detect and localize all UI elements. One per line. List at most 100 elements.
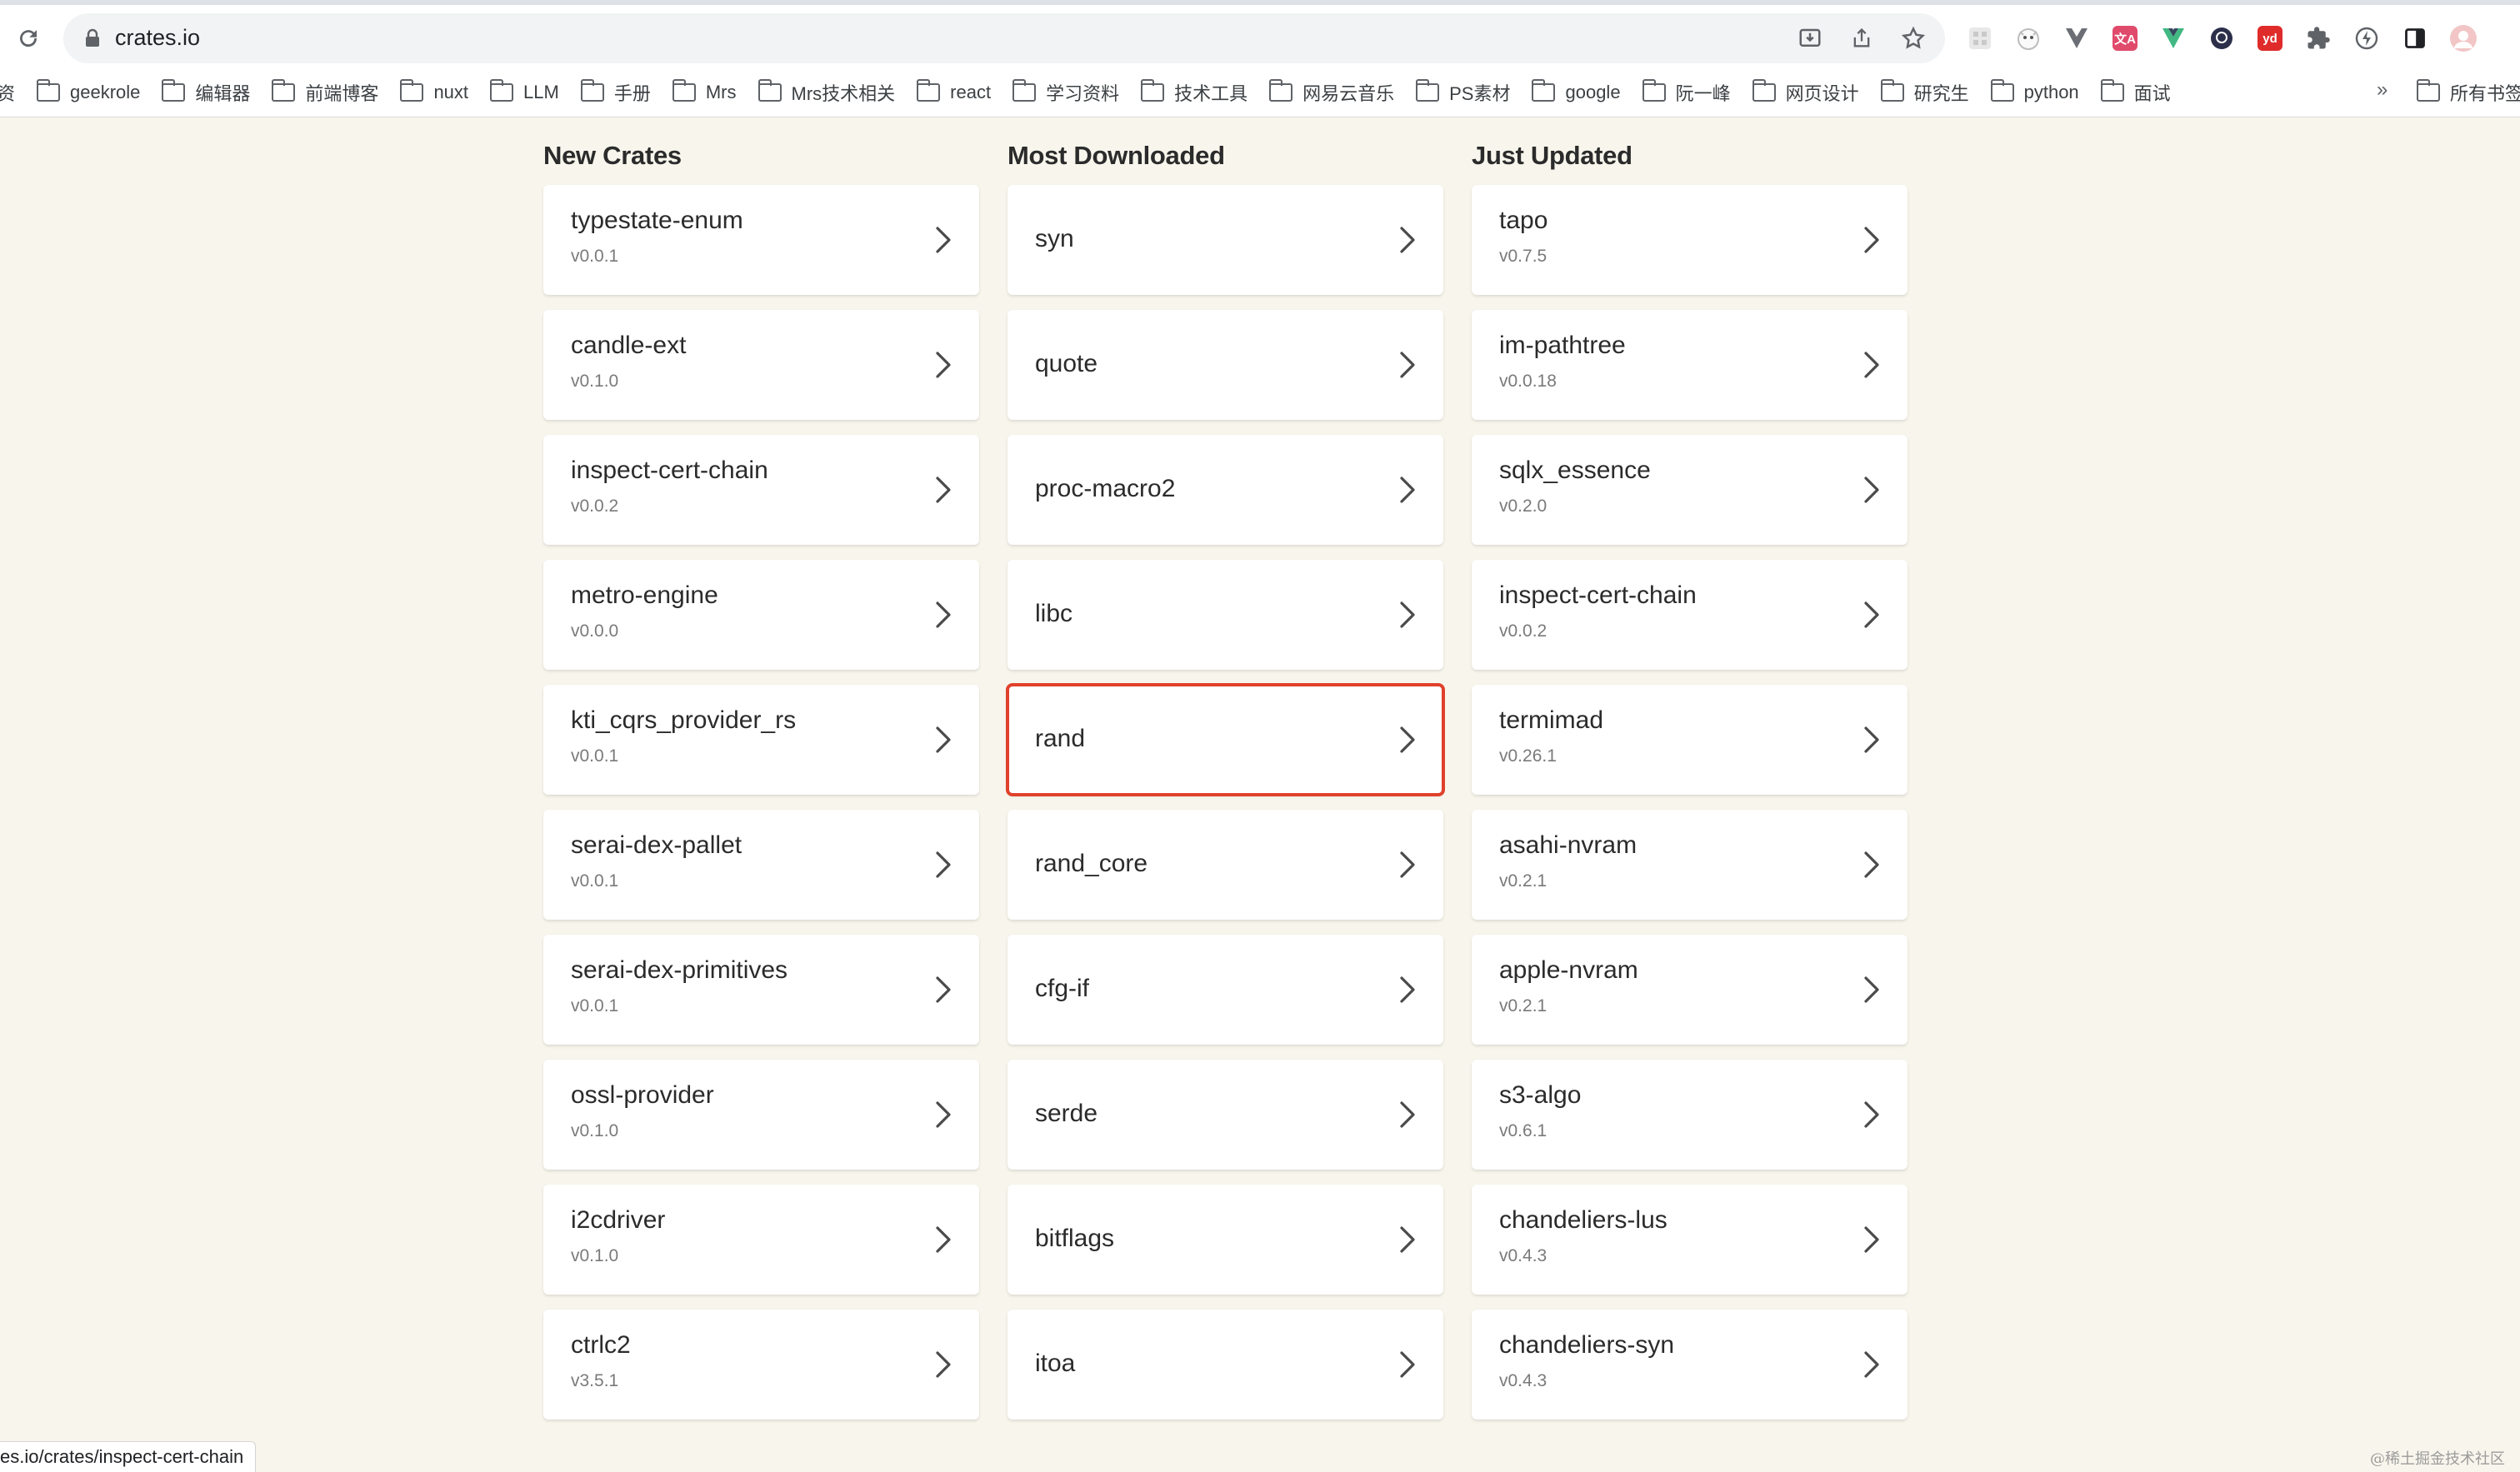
vue-devtools-icon[interactable] — [2155, 20, 2192, 57]
crate-card[interactable]: im-pathtree v0.0.18 — [1472, 310, 1908, 420]
crate-card[interactable]: kti_cqrs_provider_rs v0.0.1 — [543, 685, 979, 795]
chevron-right-icon — [1859, 1348, 1884, 1381]
github-extension-icon[interactable] — [2203, 20, 2240, 57]
crate-name: apple-nvram — [1499, 956, 1638, 984]
url-text[interactable]: crates.io — [115, 25, 200, 51]
crate-card[interactable]: typestate-enum v0.0.1 — [543, 185, 979, 295]
chevron-right-icon — [931, 473, 956, 506]
profile-avatar-icon[interactable] — [2445, 20, 2482, 57]
bookmark-label: 阮一峰 — [1675, 83, 1731, 104]
bookmark-folder[interactable]: 研究生 — [1871, 77, 1981, 108]
crate-card[interactable]: sqlx_essence v0.2.0 — [1472, 435, 1908, 545]
crate-version: v0.0.1 — [571, 247, 619, 266]
bookmark-folder[interactable]: 网易云音乐 — [1259, 77, 1406, 108]
crate-version: v0.0.2 — [1499, 621, 1548, 641]
folder-icon — [1012, 79, 1037, 102]
bookmark-star-icon[interactable] — [1897, 22, 1930, 55]
bookmark-all-bookmarks[interactable]: 所有书签 — [2417, 77, 2520, 108]
crate-name: sqlx_essence — [1499, 457, 1651, 484]
share-icon[interactable] — [1845, 22, 1878, 55]
bookmarks-overflow-button[interactable]: » — [2377, 78, 2388, 102]
crate-name: chandeliers-lus — [1499, 1206, 1668, 1234]
chevron-right-icon — [931, 848, 956, 881]
bookmark-folder[interactable]: 技术工具 — [1131, 77, 1259, 108]
folder-icon — [1269, 79, 1293, 102]
bookmark-folder[interactable]: python — [1981, 77, 2091, 108]
vue-devtools-dark-icon[interactable] — [2058, 20, 2095, 57]
bookmark-folder[interactable]: geekrole — [27, 77, 152, 108]
crate-card[interactable]: serai-dex-pallet v0.0.1 — [543, 810, 979, 920]
crate-card[interactable]: proc-macro2 — [1008, 435, 1443, 545]
crate-card[interactable]: serai-dex-primitives v0.0.1 — [543, 935, 979, 1045]
crate-card[interactable]: itoa — [1008, 1310, 1443, 1420]
bookmark-folder[interactable]: 网页设计 — [1742, 77, 1871, 108]
crate-card[interactable]: chandeliers-lus v0.4.3 — [1472, 1185, 1908, 1295]
bookmark-folder[interactable]: 学习资料 — [1002, 77, 1131, 108]
bookmark-folder[interactable]: 编辑器 — [152, 77, 262, 108]
crate-card[interactable]: syn — [1008, 185, 1443, 295]
crate-card[interactable]: tapo v0.7.5 — [1472, 185, 1908, 295]
crate-name: cfg-if — [1035, 975, 1090, 1002]
crate-card[interactable]: i2cdriver v0.1.0 — [543, 1185, 979, 1295]
reload-icon[interactable] — [12, 22, 45, 55]
crate-card[interactable]: apple-nvram v0.2.1 — [1472, 935, 1908, 1045]
bookmark-folder[interactable]: 面试 — [2091, 77, 2182, 108]
install-app-icon[interactable] — [1793, 22, 1827, 55]
crate-name: rand — [1035, 725, 1086, 752]
chevron-right-icon — [931, 598, 956, 631]
crate-card[interactable]: s3-algo v0.6.1 — [1472, 1060, 1908, 1170]
bookmark-folder[interactable]: google — [1522, 77, 1632, 108]
crate-version: v0.0.0 — [571, 621, 619, 641]
crate-version: v0.4.3 — [1499, 1246, 1548, 1265]
crate-name: inspect-cert-chain — [571, 457, 768, 484]
chevron-right-icon — [1859, 1098, 1884, 1131]
crate-card[interactable]: rand — [1006, 683, 1445, 796]
cat-extension-icon[interactable] — [2010, 20, 2047, 57]
crate-card[interactable]: serde — [1008, 1060, 1443, 1170]
crate-card[interactable]: quote — [1008, 310, 1443, 420]
bookmark-folder[interactable]: react — [907, 77, 1002, 108]
bookmark-folder[interactable]: PS素材 — [1406, 77, 1522, 108]
bookmark-folder[interactable]: 资 — [0, 77, 27, 108]
bookmark-folder[interactable]: 前端博客 — [262, 77, 390, 108]
lightning-extension-icon[interactable] — [2348, 20, 2385, 57]
folder-icon — [917, 79, 941, 102]
crate-name: candle-ext — [571, 332, 687, 359]
crate-card[interactable]: bitflags — [1008, 1185, 1443, 1295]
bookmark-folder[interactable]: nuxt — [390, 77, 480, 108]
bookmark-label: LLM — [523, 82, 559, 102]
crate-version: v0.1.0 — [571, 1121, 619, 1140]
translate-extension-icon[interactable]: 文A — [2107, 20, 2143, 57]
crate-version: v0.0.2 — [571, 496, 619, 516]
crate-card[interactable]: candle-ext v0.1.0 — [543, 310, 979, 420]
crate-card[interactable]: ctrlc2 v3.5.1 — [543, 1310, 979, 1420]
crate-card[interactable]: libc — [1008, 560, 1443, 670]
bookmark-folder[interactable]: 阮一峰 — [1632, 77, 1742, 108]
bookmark-folder[interactable]: Mrs技术相关 — [748, 77, 908, 108]
crate-card[interactable]: metro-engine v0.0.0 — [543, 560, 979, 670]
lock-icon[interactable] — [83, 28, 103, 48]
sidepanel-icon[interactable] — [2397, 20, 2433, 57]
chevron-right-icon — [1859, 973, 1884, 1006]
crate-card[interactable]: chandeliers-syn v0.4.3 — [1472, 1310, 1908, 1420]
folder-icon — [400, 79, 424, 102]
youdao-extension-icon[interactable]: yd — [2252, 20, 2288, 57]
crate-card[interactable]: cfg-if — [1008, 935, 1443, 1045]
crate-column: Just Updated tapo v0.7.5 im-pathtree v0.0.18… — [1472, 125, 1908, 1420]
grid-extension-icon[interactable] — [1962, 20, 1998, 57]
crate-card[interactable]: asahi-nvram v0.2.1 — [1472, 810, 1908, 920]
address-bar[interactable]: crates.io — [63, 13, 1945, 63]
crate-card[interactable]: inspect-cert-chain v0.0.2 — [1472, 560, 1908, 670]
chevron-right-icon — [1395, 348, 1420, 382]
crate-card[interactable]: rand_core — [1008, 810, 1443, 920]
chevron-right-icon — [1395, 848, 1420, 881]
crate-card[interactable]: termimad v0.26.1 — [1472, 685, 1908, 795]
bookmark-folder[interactable]: Mrs — [662, 77, 748, 108]
bookmark-folder[interactable]: LLM — [480, 77, 571, 108]
crate-version: v3.5.1 — [571, 1371, 619, 1390]
bookmark-folder[interactable]: 手册 — [571, 77, 662, 108]
puzzle-extensions-icon[interactable] — [2300, 20, 2337, 57]
crate-name: typestate-enum — [571, 207, 743, 234]
crate-card[interactable]: ossl-provider v0.1.0 — [543, 1060, 979, 1170]
crate-card[interactable]: inspect-cert-chain v0.0.2 — [543, 435, 979, 545]
